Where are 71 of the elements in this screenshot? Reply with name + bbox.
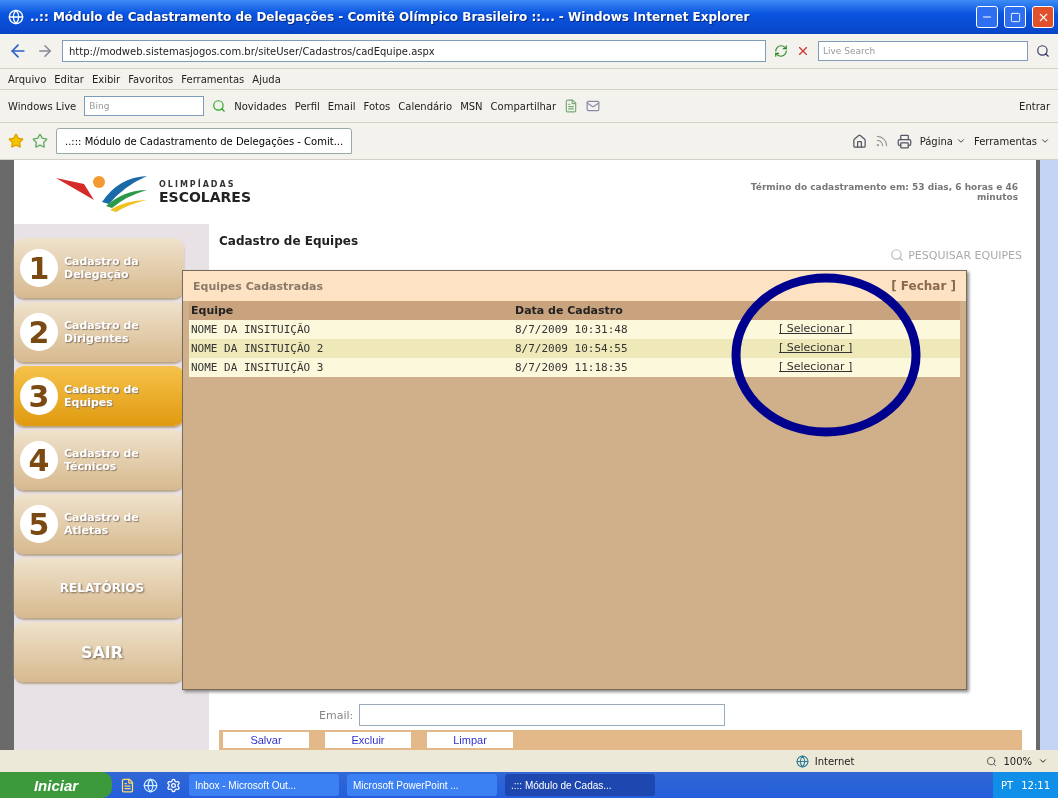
table-cell: 8/7/2009 11:18:35 <box>513 358 773 377</box>
menu-item[interactable]: Exibir <box>91 73 121 85</box>
command-menu[interactable]: Página <box>919 135 966 147</box>
favorites-star-icon[interactable] <box>8 133 24 149</box>
clock: 12:11 <box>1021 779 1050 791</box>
zoom-icon[interactable] <box>986 755 998 767</box>
zoom-level[interactable]: 100% <box>1003 755 1032 767</box>
toolbar-link[interactable]: Novidades <box>234 100 287 112</box>
toolbar-link[interactable]: Email <box>327 100 356 112</box>
taskbar-button[interactable]: Inbox - Microsoft Out... <box>189 774 339 796</box>
print-icon[interactable] <box>896 133 912 149</box>
toolbar-link[interactable]: Calendário <box>398 100 453 112</box>
menu-item[interactable]: Editar <box>54 73 84 85</box>
email-field[interactable] <box>359 704 726 726</box>
menu-item[interactable]: Arquivo <box>8 73 47 85</box>
deadline-text: Término do cadastramento em: 53 dias, 6 horas e 46 minutos <box>749 182 1018 202</box>
toolbar-link[interactable]: Compartilhar <box>490 100 557 112</box>
zone-text: Internet <box>814 755 855 767</box>
browser-icon <box>8 9 24 25</box>
sidebar-step-button[interactable]: 3 Cadastro de Equipes <box>14 366 184 426</box>
table-cell: 8/7/2009 10:31:48 <box>513 320 773 339</box>
sidebar-step-button[interactable]: 1 Cadastro da Delegação <box>14 238 184 298</box>
menu-item[interactable]: Ajuda <box>252 73 281 85</box>
start-button[interactable]: Iniciar <box>0 772 112 798</box>
form-button[interactable]: Salvar <box>223 732 309 748</box>
taskbar-button[interactable]: Microsoft PowerPoint ... <box>347 774 497 796</box>
window-title: ..:: Módulo de Cadastramento de Delegações - Comitê Olímpico Brasileiro ::... - Windows Internet Explorer <box>30 10 751 24</box>
dialog-title: Equipes Cadastradas <box>193 279 323 293</box>
scrollbar[interactable] <box>1036 160 1058 750</box>
forward-icon[interactable] <box>36 42 54 60</box>
maximize-button[interactable] <box>1004 6 1026 28</box>
add-favorite-icon[interactable] <box>32 133 48 149</box>
sign-in-link[interactable]: Entrar <box>1019 100 1050 112</box>
logo-subtitle: OLIMPÍADAS <box>159 179 237 189</box>
table-cell: NOME DA INSITUIÇÃO 3 <box>189 358 513 377</box>
browser-tab[interactable]: ..::: Módulo de Cadastramento de Delegações - Comit... <box>56 128 353 154</box>
command-menu[interactable]: Ferramentas <box>973 135 1050 147</box>
feed-icon[interactable] <box>874 134 889 148</box>
windows-live-link[interactable]: Windows Live <box>8 100 77 112</box>
sidebar-step-button[interactable]: 4 Cadastro de Técnicos <box>14 430 184 490</box>
table-cell: NOME DA INSITUIÇÃO <box>189 320 513 339</box>
search-icon[interactable] <box>1036 44 1050 58</box>
form-button[interactable]: Limpar <box>427 732 513 748</box>
sidebar-step-button[interactable]: 5 Cadastro de Atletas <box>14 494 184 554</box>
caret-icon[interactable] <box>1040 136 1050 146</box>
logo-title: ESCOLARES <box>159 188 251 205</box>
table-cell: NOME DA INSITUIÇÃO 2 <box>189 339 513 358</box>
column-header: Data de Cadastro <box>513 301 773 320</box>
menu-item[interactable]: Ferramentas <box>181 73 245 85</box>
stop-icon[interactable] <box>796 44 810 58</box>
close-link[interactable]: [ Fechar ] <box>891 279 956 293</box>
mail-icon[interactable] <box>586 99 601 113</box>
caret-icon[interactable] <box>955 136 966 146</box>
email-label: Email: <box>319 708 354 722</box>
toolbar-link[interactable]: Fotos <box>363 100 391 112</box>
chevron-down-icon[interactable] <box>1038 756 1048 766</box>
globe-icon <box>795 754 809 768</box>
toolbar-link[interactable]: Perfil <box>294 100 320 112</box>
column-header: Equipe <box>189 301 513 320</box>
taskbar-button[interactable]: .::: Módulo de Cadas... <box>505 774 655 796</box>
refresh-icon[interactable] <box>774 44 788 58</box>
table-cell: 8/7/2009 10:54:55 <box>513 339 773 358</box>
address-field[interactable]: http://modweb.sistemasjogos.com.br/siteUser/Cadastros/cadEquipe.aspx <box>62 40 766 62</box>
page-heading: Cadastro de Equipes <box>219 234 360 248</box>
menu-item[interactable]: Favoritos <box>128 73 174 85</box>
toolbar-link[interactable]: MSN <box>460 100 483 112</box>
maximize-icon[interactable] <box>1009 11 1021 23</box>
minimize-button[interactable] <box>976 6 998 28</box>
form-button[interactable]: Excluir <box>325 732 411 748</box>
home-icon[interactable] <box>851 133 867 149</box>
sidebar-step-button[interactable]: 2 Cadastro de Dirigentes <box>14 302 184 362</box>
